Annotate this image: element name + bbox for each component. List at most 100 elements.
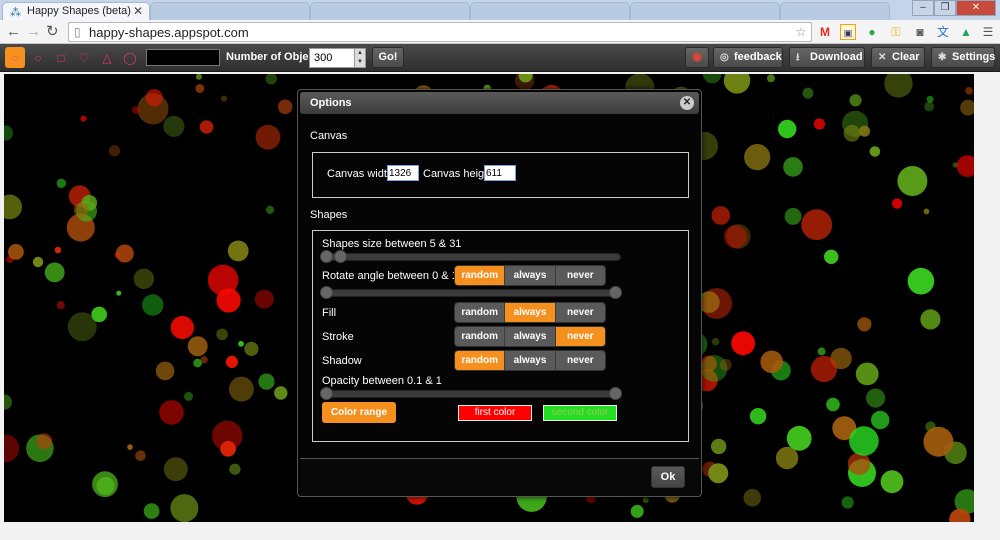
slider-handle-min[interactable]: [320, 286, 333, 299]
back-icon[interactable]: ←: [6, 23, 21, 40]
reload-icon[interactable]: ↻: [46, 23, 59, 40]
close-tab-icon[interactable]: ✕: [133, 4, 143, 18]
restore-window-icon[interactable]: ❐: [934, 0, 956, 16]
opacity-slider[interactable]: [320, 387, 622, 400]
happy-shape: [843, 124, 861, 142]
happy-shape: [132, 106, 140, 114]
clear-button[interactable]: ✕ Clear: [871, 47, 925, 68]
happy-shape: [778, 119, 797, 139]
shadow-never-option[interactable]: never: [555, 351, 605, 370]
happy-shape: [227, 240, 249, 262]
leaf-icon[interactable]: ●: [864, 24, 880, 40]
shape-button[interactable]: ◯: [120, 47, 140, 68]
canvas-width-input[interactable]: 1326: [387, 165, 419, 181]
shape-button[interactable]: ○: [28, 47, 48, 68]
fill-random-option[interactable]: random: [455, 303, 506, 322]
happy-shape: [127, 444, 133, 450]
stroke-random-option[interactable]: random: [455, 327, 506, 346]
happy-shape: [96, 476, 115, 495]
rotate-always-option[interactable]: always: [505, 266, 556, 285]
rotate-slider[interactable]: [320, 286, 622, 299]
browser-tab-background[interactable]: [150, 2, 310, 20]
second-color-button[interactable]: second color: [543, 405, 617, 421]
happy-shape: [869, 146, 881, 157]
chrome-share-button[interactable]: ◉: [685, 47, 709, 68]
happy-shape: [143, 503, 160, 519]
color-range-button[interactable]: Color range: [322, 402, 396, 423]
close-icon[interactable]: ✕: [680, 96, 694, 110]
clear-icon: ✕: [878, 52, 887, 63]
num-objects-input[interactable]: 300: [309, 48, 355, 68]
minimize-window-icon[interactable]: –: [912, 0, 934, 16]
slider-handle-min[interactable]: [320, 387, 333, 400]
shadow-random-option[interactable]: random: [455, 351, 506, 370]
forward-icon[interactable]: →: [26, 23, 41, 40]
gmail-icon[interactable]: M: [817, 24, 833, 40]
menu-icon[interactable]: ☰: [980, 24, 996, 40]
slider-handle-max[interactable]: [334, 250, 347, 263]
fill-always-option[interactable]: always: [505, 303, 556, 322]
shapes-size-slider[interactable]: [320, 250, 621, 263]
happy-shape: [847, 452, 871, 476]
rotate-random-option[interactable]: random: [455, 266, 506, 285]
clear-label: Clear: [892, 51, 920, 63]
happy-shape: [4, 394, 12, 410]
happy-shape: [783, 157, 803, 177]
happy-shape: [145, 89, 163, 107]
happy-shape: [225, 355, 238, 368]
browser-tab-background[interactable]: [470, 2, 630, 20]
gear-icon: ✱: [938, 52, 947, 63]
shape-button[interactable]: □: [51, 47, 71, 68]
browser-tab-active[interactable]: ⁂ Happy Shapes (beta) ✕: [2, 2, 150, 20]
shadow-always-option[interactable]: always: [505, 351, 556, 370]
translate-icon[interactable]: 文: [935, 24, 951, 40]
num-objects-stepper[interactable]: ▲ ▼: [354, 48, 366, 68]
settings-button[interactable]: ✱ Settings: [931, 47, 995, 68]
canvas-fieldset: Canvas width: 1326 Canvas height 611: [312, 152, 689, 198]
shape-button[interactable]: △: [97, 47, 117, 68]
shape-circle-button[interactable]: ○: [5, 47, 25, 68]
drive-icon[interactable]: ▲: [958, 24, 974, 40]
shape-button[interactable]: ♡: [74, 47, 94, 68]
happy-shape: [723, 74, 751, 94]
stroke-always-option[interactable]: always: [505, 327, 556, 346]
happy-shape: [923, 208, 930, 215]
browser-tab-background[interactable]: [630, 2, 780, 20]
close-window-icon[interactable]: ✕: [956, 0, 996, 16]
happy-shape: [32, 256, 44, 268]
download-button[interactable]: ⭳ Download: [789, 47, 865, 68]
browser-tab-background[interactable]: [310, 2, 470, 20]
canvas-height-input[interactable]: 611: [484, 165, 516, 181]
happy-shape: [91, 306, 107, 323]
first-color-button[interactable]: first color: [458, 405, 532, 421]
happy-shape: [163, 115, 185, 137]
slider-handle-max[interactable]: [609, 286, 622, 299]
rotate-never-option[interactable]: never: [555, 266, 605, 285]
color-picker[interactable]: [146, 49, 220, 66]
fill-never-option[interactable]: never: [555, 303, 605, 322]
browser-tab-background[interactable]: [780, 2, 890, 20]
star-icon[interactable]: ☆: [793, 24, 809, 40]
slider-handle-min[interactable]: [320, 250, 333, 263]
ok-button[interactable]: Ok: [651, 466, 685, 488]
feedback-button[interactable]: ◎ feedback: [713, 47, 783, 68]
happy-shape: [749, 408, 767, 425]
address-bar[interactable]: ▯ happy-shapes.appspot.com: [68, 22, 812, 42]
extension-icon[interactable]: ▣: [840, 24, 856, 40]
happy-shape: [923, 426, 954, 457]
slider-handle-max[interactable]: [609, 387, 622, 400]
happy-shape: [7, 244, 24, 260]
happy-shape: [880, 470, 904, 494]
tab-title: Happy Shapes (beta): [27, 5, 131, 17]
stroke-never-option[interactable]: never: [555, 327, 605, 346]
happy-shape: [858, 125, 871, 137]
happy-shape: [514, 74, 535, 91]
pocket-icon[interactable]: ◙: [912, 24, 928, 40]
fill-label: Fill: [322, 307, 337, 319]
happy-shape: [216, 288, 241, 313]
key-icon[interactable]: ⚿: [888, 24, 904, 40]
shapes-size-label: Shapes size between 5 & 31: [322, 238, 462, 250]
happy-shape: [200, 356, 208, 364]
url-text: happy-shapes.appspot.com: [89, 25, 249, 40]
go-button[interactable]: Go!: [372, 47, 404, 68]
